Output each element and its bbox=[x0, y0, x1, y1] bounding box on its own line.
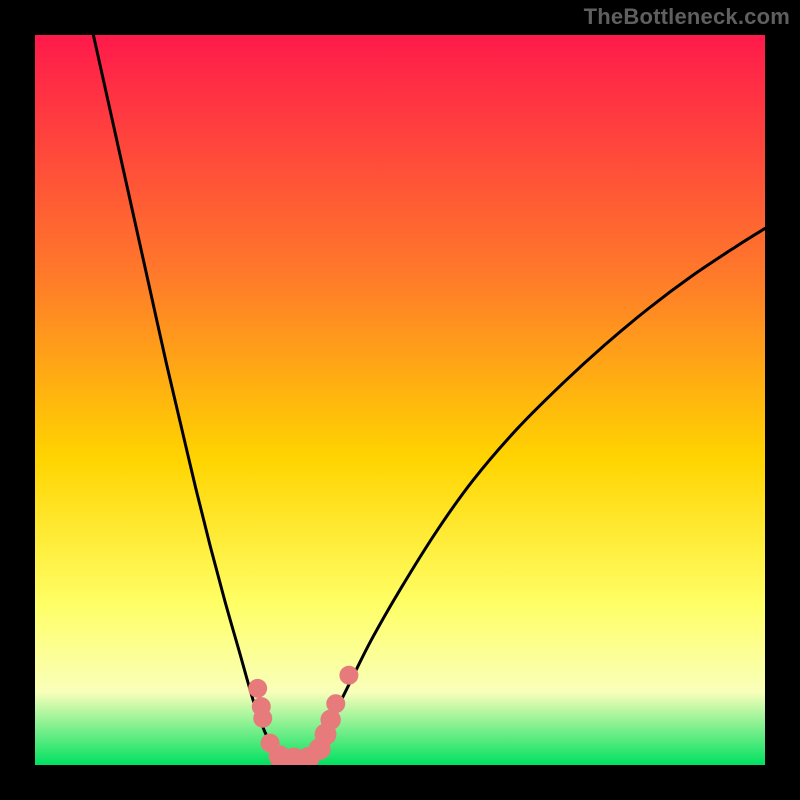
chart-frame: TheBottleneck.com bbox=[0, 0, 800, 800]
data-point bbox=[248, 679, 267, 698]
data-point bbox=[339, 666, 358, 685]
chart-svg bbox=[35, 35, 765, 765]
watermark-text: TheBottleneck.com bbox=[584, 4, 790, 30]
data-point bbox=[326, 694, 345, 713]
plot-area bbox=[35, 35, 765, 765]
gradient-background bbox=[35, 35, 765, 765]
data-point bbox=[253, 709, 272, 728]
